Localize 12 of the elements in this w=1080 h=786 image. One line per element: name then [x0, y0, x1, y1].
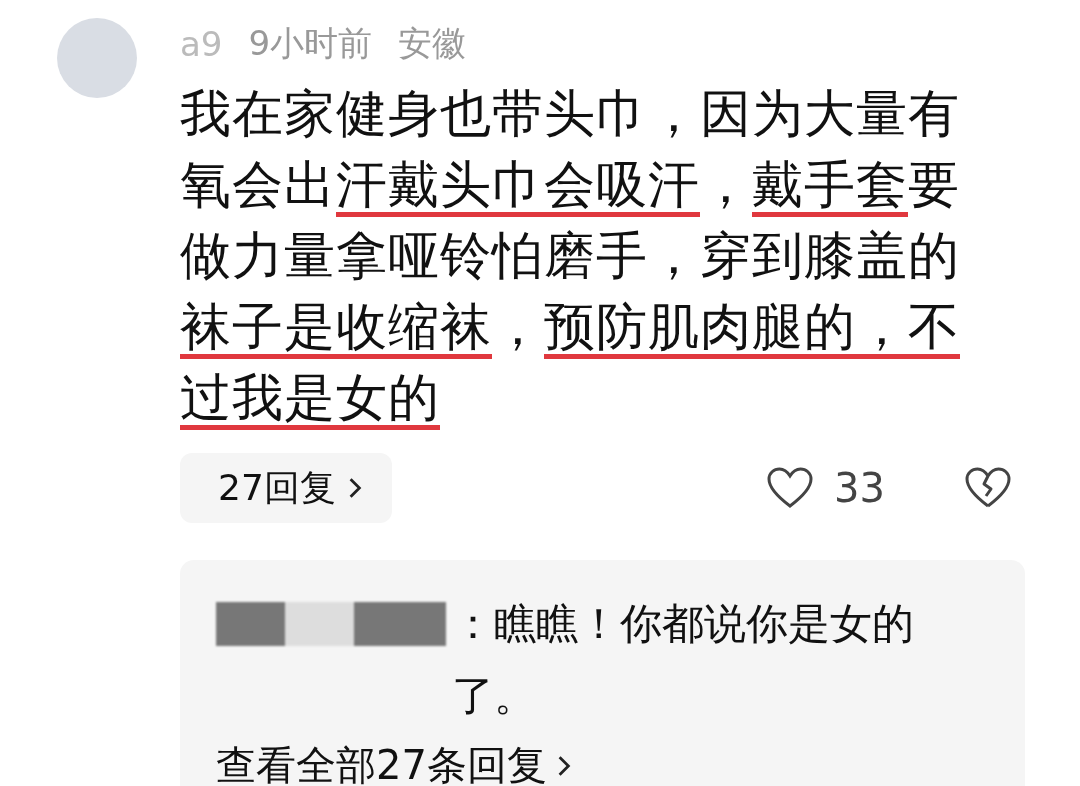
comment-text: 我在家健身也带头巾，因为大量有氧会出汗戴头巾会吸汗，戴手套要做力量拿哑铃怕磨手，穿到膝盖的 袜子是收缩袜，预防肌肉腿的，不过我是女的: [180, 83, 961, 429]
heart-icon[interactable]: [766, 466, 815, 510]
chevron-right-icon: [556, 754, 571, 777]
comment-location: 安徽: [398, 22, 467, 65]
reply-preview-card[interactable]: ：瞧瞧！你都说你是女的了。 查看全部27条回复: [180, 560, 1025, 786]
replies-button[interactable]: 27回复: [180, 453, 392, 523]
like-count: 33: [834, 465, 885, 511]
chevron-right-icon: [347, 477, 362, 499]
broken-heart-icon[interactable]: [963, 466, 1013, 510]
view-all-replies-link[interactable]: 查看全部27条回复: [216, 738, 571, 786]
comment-time: 9小时前: [248, 22, 373, 65]
reply-text: ：瞧瞧！你都说你是女的了。: [452, 598, 915, 722]
